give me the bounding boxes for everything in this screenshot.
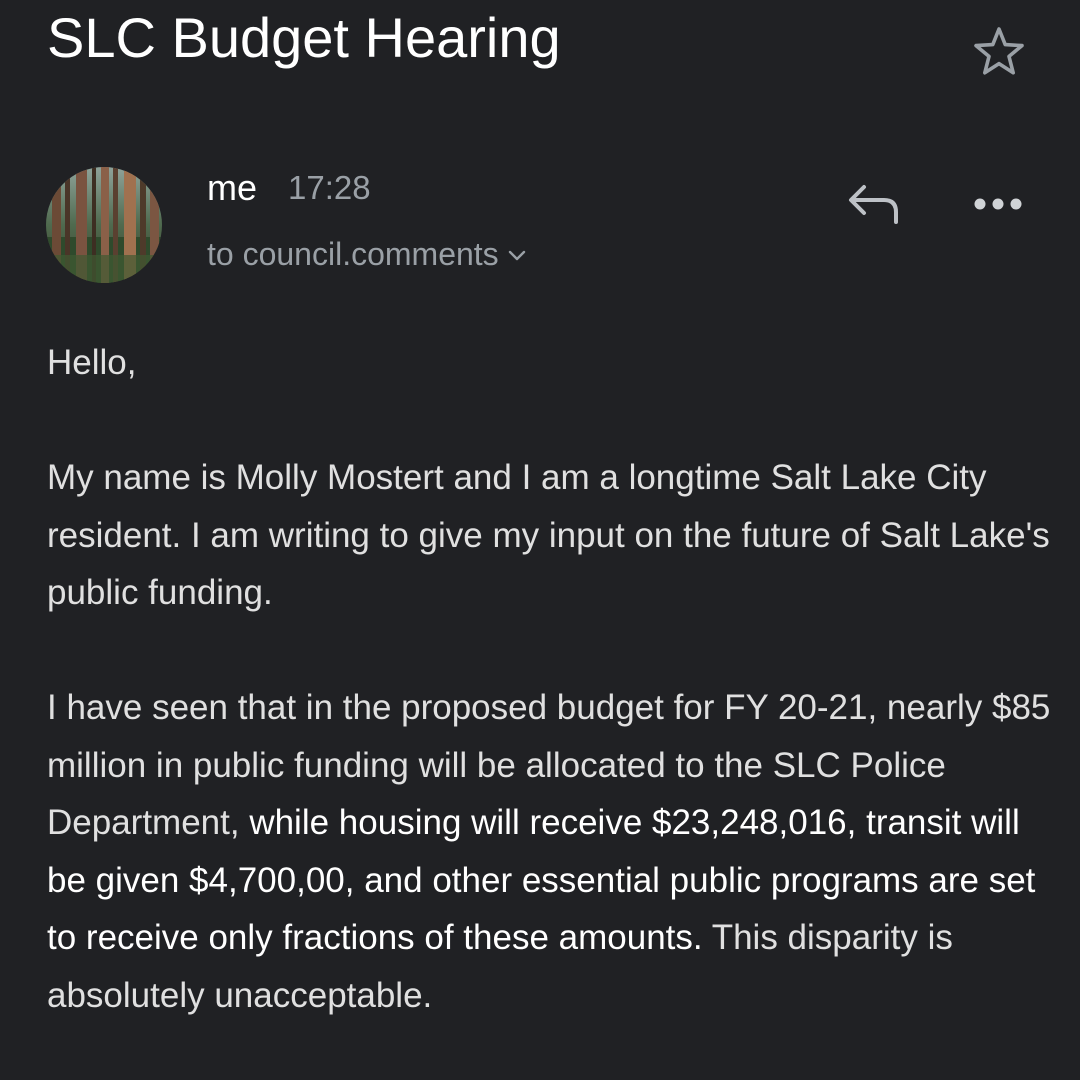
email-subject: SLC Budget Hearing xyxy=(47,6,561,69)
sender-name: me xyxy=(207,167,258,208)
avatar[interactable] xyxy=(46,167,162,283)
forest-avatar-image xyxy=(46,167,162,283)
recipient-details-toggle[interactable]: to council.comments xyxy=(207,233,527,275)
send-time: 17:28 xyxy=(288,169,371,206)
body-paragraph: My name is Molly Mostert and I am a long… xyxy=(47,458,1050,612)
more-options-button[interactable] xyxy=(970,186,1026,222)
body-paragraph: I have seen that in the proposed budget … xyxy=(47,679,1057,1024)
reply-button[interactable] xyxy=(842,176,906,232)
star-button[interactable] xyxy=(968,22,1030,84)
recipient-label: to council.comments xyxy=(207,236,499,272)
email-body: Hello, My name is Molly Mostert and I am… xyxy=(47,334,1057,1024)
greeting: Hello, xyxy=(47,343,137,382)
chevron-down-icon xyxy=(508,250,525,260)
reply-arrow-icon xyxy=(849,185,898,224)
more-horizontal-icon xyxy=(974,198,1022,210)
star-outline-icon xyxy=(974,27,1024,75)
